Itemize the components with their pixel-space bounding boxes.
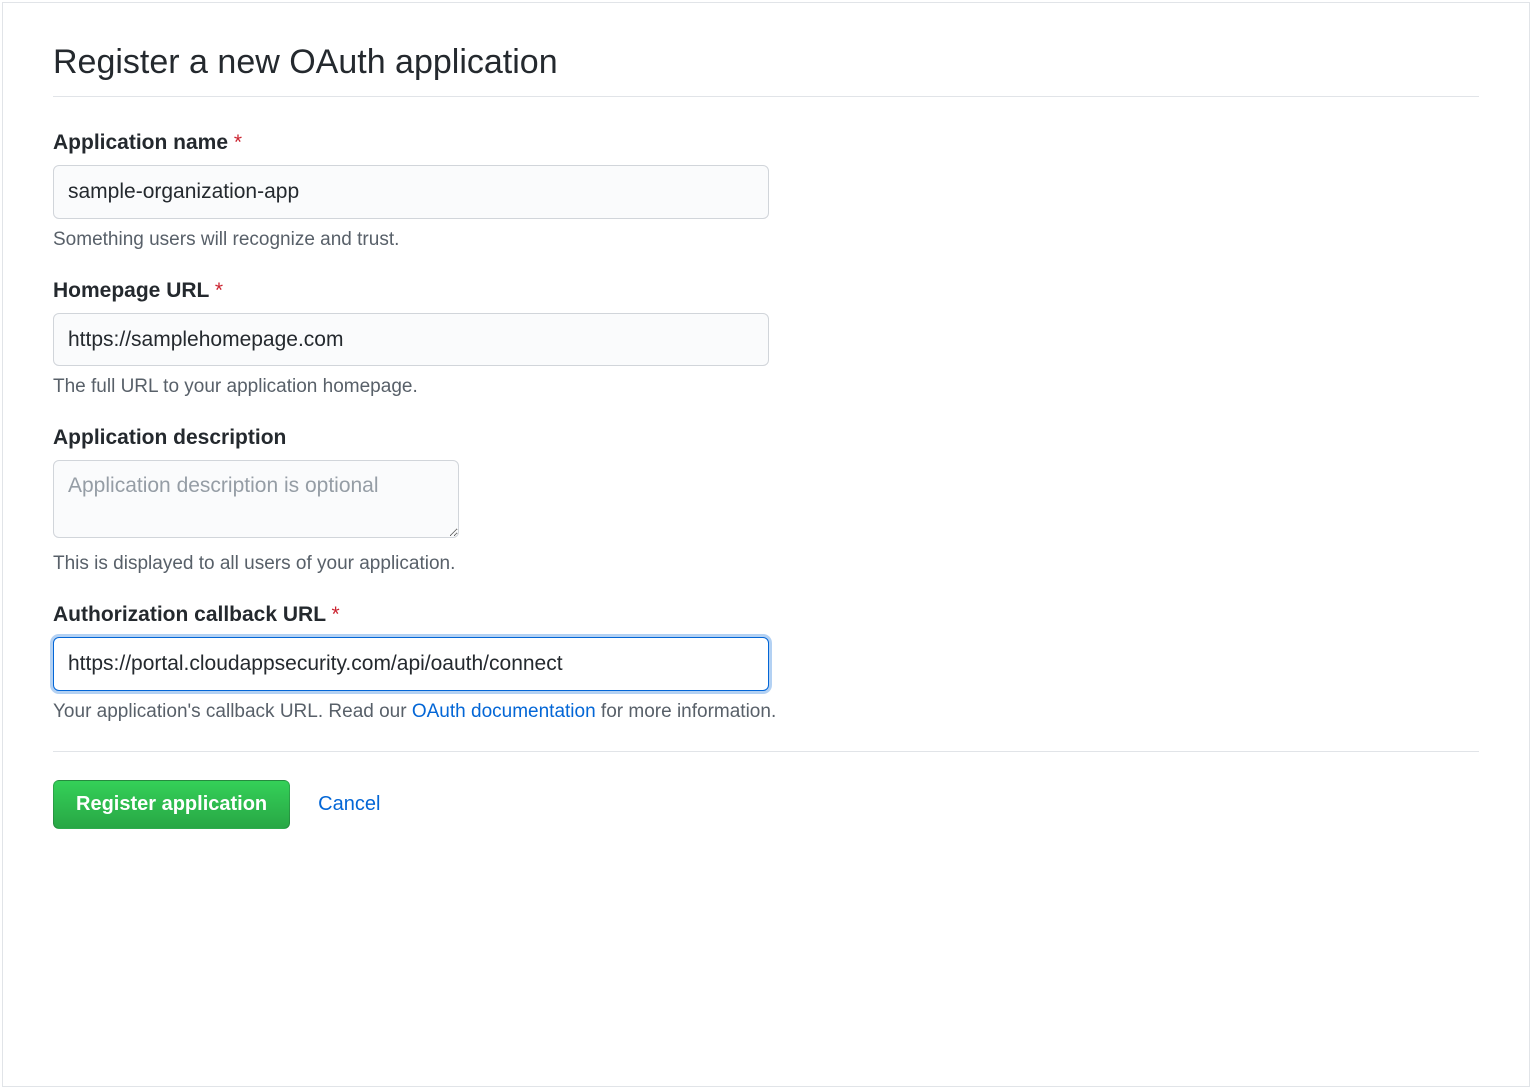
application-description-hint: This is displayed to all users of your a… — [53, 553, 1479, 575]
callback-url-label: Authorization callback URL * — [53, 603, 1479, 627]
oauth-documentation-link[interactable]: OAuth documentation — [412, 701, 596, 722]
page-title: Register a new OAuth application — [53, 43, 1479, 97]
button-row: Register application Cancel — [53, 751, 1479, 829]
application-name-hint: Something users will recognize and trust… — [53, 229, 1479, 251]
required-asterisk: * — [234, 131, 242, 154]
required-asterisk: * — [215, 279, 223, 302]
required-asterisk: * — [332, 603, 340, 626]
callback-url-hint: Your application's callback URL. Read ou… — [53, 701, 1479, 723]
application-description-group: Application description This is displaye… — [53, 426, 1479, 575]
application-description-label: Application description — [53, 426, 1479, 450]
homepage-url-group: Homepage URL * The full URL to your appl… — [53, 279, 1479, 399]
register-application-button[interactable]: Register application — [53, 780, 290, 829]
homepage-url-hint: The full URL to your application homepag… — [53, 376, 1479, 398]
application-name-label: Application name * — [53, 131, 1479, 155]
callback-url-input[interactable] — [53, 637, 769, 691]
application-description-textarea[interactable] — [53, 460, 459, 538]
homepage-url-label: Homepage URL * — [53, 279, 1479, 303]
application-name-group: Application name * Something users will … — [53, 131, 1479, 251]
cancel-button[interactable]: Cancel — [318, 793, 380, 816]
callback-url-group: Authorization callback URL * Your applic… — [53, 603, 1479, 723]
oauth-registration-form: Register a new OAuth application Applica… — [2, 2, 1530, 1087]
homepage-url-input[interactable] — [53, 313, 769, 367]
application-name-input[interactable] — [53, 165, 769, 219]
